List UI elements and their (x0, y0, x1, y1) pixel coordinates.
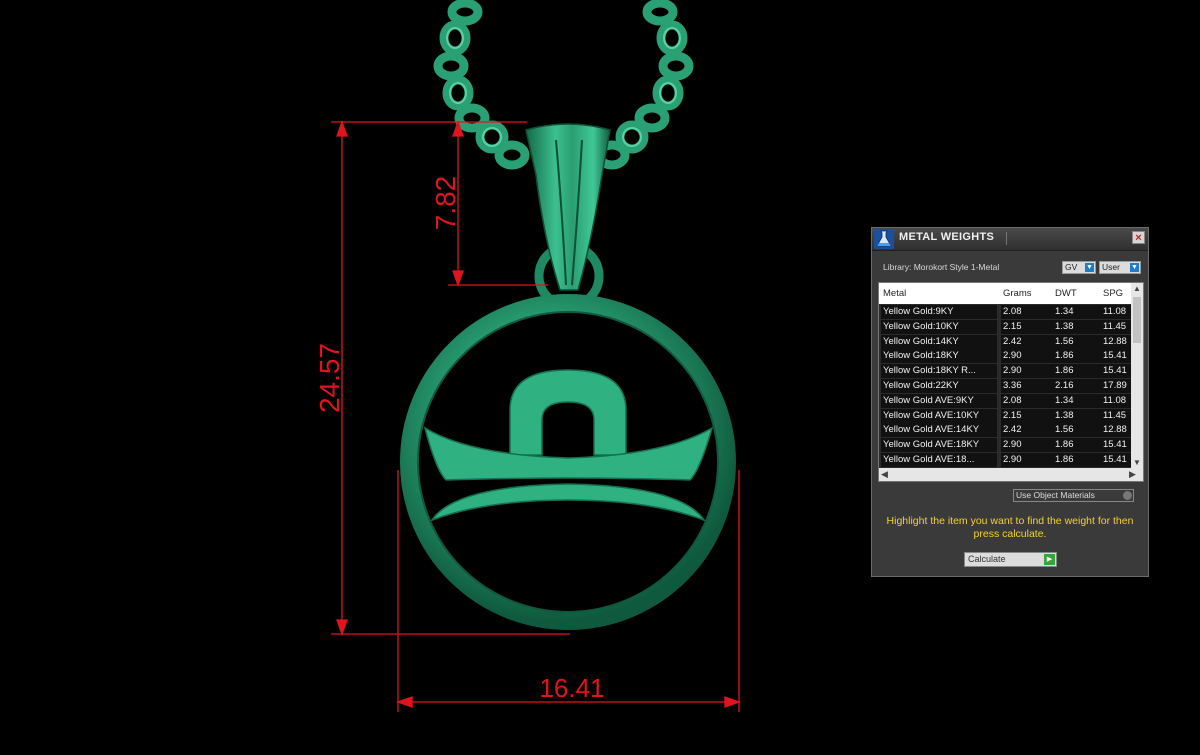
column-header-spg[interactable]: SPG (1103, 288, 1131, 299)
libra-symbol (423, 369, 714, 522)
dimension-height-total: 24.57 (314, 343, 345, 413)
cell-spg: 12.88 (1103, 335, 1127, 347)
cell-dwt: 1.86 (1055, 365, 1074, 377)
table-row[interactable]: Yellow Gold AVE:18KY 2.90 1.86 15.41 (879, 438, 1131, 453)
cell-metal: Yellow Gold AVE:10KY (883, 409, 980, 421)
table-row[interactable]: Yellow Gold AVE:18... 2.90 1.86 15.41 (879, 452, 1131, 468)
cell-dwt: 1.38 (1055, 409, 1074, 421)
cell-dwt: 2.16 (1055, 379, 1074, 391)
table-row[interactable]: Yellow Gold:22KY 3.36 2.16 17.89 (879, 378, 1131, 394)
cell-metal: Yellow Gold:14KY (883, 335, 959, 347)
scroll-thumb[interactable] (1133, 297, 1141, 343)
column-header-grams[interactable]: Grams (1003, 288, 1049, 299)
cell-metal: Yellow Gold:18KY R... (883, 365, 976, 377)
cell-grams: 2.15 (1003, 409, 1022, 421)
cell-spg: 11.45 (1103, 320, 1127, 332)
gv-dropdown[interactable]: GV ▼ (1062, 261, 1096, 274)
column-header-dwt[interactable]: DWT (1055, 288, 1099, 299)
scroll-up-icon[interactable]: ▲ (1131, 283, 1143, 295)
panel-title: METAL WEIGHTS (899, 231, 995, 243)
cell-spg: 11.45 (1103, 409, 1127, 421)
cell-metal: Yellow Gold AVE:18KY (883, 439, 980, 451)
cell-metal: Yellow Gold:18KY (883, 350, 959, 362)
table-row[interactable]: Yellow Gold:10KY 2.15 1.38 11.45 (879, 319, 1131, 335)
cell-grams: 2.42 (1003, 335, 1022, 347)
cell-grams: 2.90 (1003, 453, 1022, 465)
cell-spg: 15.41 (1103, 439, 1127, 451)
user-dropdown[interactable]: User ▼ (1099, 261, 1141, 274)
table-row[interactable]: Yellow Gold:9KY 2.08 1.34 11.08 (879, 305, 1131, 320)
cell-dwt: 1.86 (1055, 439, 1074, 451)
cell-grams: 2.90 (1003, 350, 1022, 362)
cell-dwt: 1.56 (1055, 335, 1074, 347)
cell-metal: Yellow Gold AVE:18... (883, 453, 975, 465)
cell-grams: 2.08 (1003, 306, 1022, 317)
cell-spg: 15.41 (1103, 453, 1127, 465)
table-header: Metal Grams DWT SPG (879, 283, 1131, 304)
cell-spg: 15.41 (1103, 350, 1127, 362)
cell-dwt: 1.86 (1055, 350, 1074, 362)
cell-metal: Yellow Gold AVE:14KY (883, 424, 980, 436)
cell-spg: 17.89 (1103, 379, 1127, 391)
dimension-width: 16.41 (539, 673, 604, 703)
scroll-right-icon[interactable]: ▶ (1129, 468, 1136, 481)
cell-dwt: 1.86 (1055, 453, 1074, 465)
metal-weights-panel: METAL WEIGHTS × Library: Morokort Style … (871, 227, 1149, 577)
cell-dwt: 1.56 (1055, 424, 1074, 436)
flask-icon (874, 229, 894, 249)
cell-metal: Yellow Gold:22KY (883, 379, 959, 391)
cell-spg: 11.08 (1103, 394, 1127, 406)
dropdown-arrow-icon: ▼ (1130, 263, 1139, 272)
library-label: Library: Morokort Style 1-Metal (883, 262, 1000, 272)
user-dropdown-label: User (1102, 262, 1120, 272)
vertical-scrollbar[interactable]: ▲ ▼ (1131, 283, 1143, 469)
cell-metal: Yellow Gold:10KY (883, 320, 959, 332)
cell-spg: 15.41 (1103, 365, 1127, 377)
table-row[interactable]: Yellow Gold AVE:10KY 2.15 1.38 11.45 (879, 408, 1131, 424)
cell-dwt: 1.34 (1055, 306, 1074, 317)
cell-dwt: 1.38 (1055, 320, 1074, 332)
table-row[interactable]: Yellow Gold AVE:14KY 2.42 1.56 12.88 (879, 423, 1131, 438)
title-separator (1006, 232, 1127, 245)
use-object-materials-label: Use Object Materials (1016, 490, 1095, 500)
cell-grams: 2.15 (1003, 320, 1022, 332)
gv-dropdown-label: GV (1065, 262, 1078, 272)
cell-grams: 2.42 (1003, 424, 1022, 436)
table-row[interactable]: Yellow Gold:14KY 2.42 1.56 12.88 (879, 334, 1131, 350)
cell-grams: 2.90 (1003, 365, 1022, 377)
metal-table[interactable]: Metal Grams DWT SPG Yellow Gold:9KY 2.08 1… (878, 282, 1144, 482)
table-row[interactable]: Yellow Gold AVE:9KY 2.08 1.34 11.08 (879, 393, 1131, 409)
calculate-button[interactable]: Calculate ▶ (964, 552, 1057, 567)
dimension-bail-height: 7.82 (430, 176, 461, 231)
horizontal-scrollbar[interactable]: ◀ ▶ (879, 468, 1143, 481)
hint-text: Highlight the item you want to find the … (886, 515, 1134, 540)
table-row[interactable]: Yellow Gold:18KY 2.90 1.86 15.41 (879, 349, 1131, 364)
scroll-left-icon[interactable]: ◀ (881, 468, 888, 481)
dropdown-arrow-icon: ▼ (1085, 263, 1094, 272)
cell-dwt: 1.34 (1055, 394, 1074, 406)
close-icon[interactable]: × (1132, 231, 1145, 244)
column-header-metal[interactable]: Metal (883, 288, 997, 299)
panel-titlebar[interactable]: METAL WEIGHTS × (872, 228, 1148, 251)
play-arrow-icon: ▶ (1044, 554, 1055, 565)
table-row[interactable]: Yellow Gold:18KY R... 2.90 1.86 15.41 (879, 364, 1131, 379)
dropdown-arrow-icon (1123, 491, 1132, 500)
cell-grams: 2.90 (1003, 439, 1022, 451)
cell-metal: Yellow Gold AVE:9KY (883, 394, 974, 406)
cell-spg: 12.88 (1103, 424, 1127, 436)
cell-grams: 3.36 (1003, 379, 1022, 391)
use-object-materials-dropdown[interactable]: Use Object Materials (1013, 489, 1134, 502)
table-body: Yellow Gold:9KY 2.08 1.34 11.08 Yellow Gold:… (879, 305, 1131, 468)
cell-grams: 2.08 (1003, 394, 1022, 406)
calculate-label: Calculate (968, 554, 1006, 564)
cell-spg: 11.08 (1103, 306, 1127, 317)
cell-metal: Yellow Gold:9KY (883, 306, 954, 317)
